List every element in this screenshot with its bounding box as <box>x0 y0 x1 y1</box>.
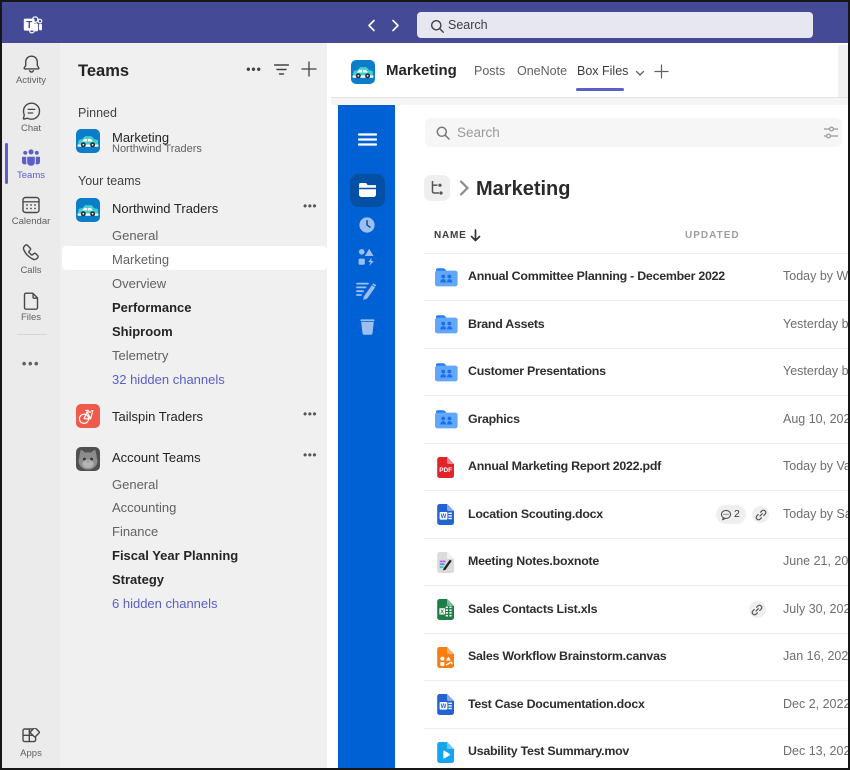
svg-text:T: T <box>26 20 32 31</box>
